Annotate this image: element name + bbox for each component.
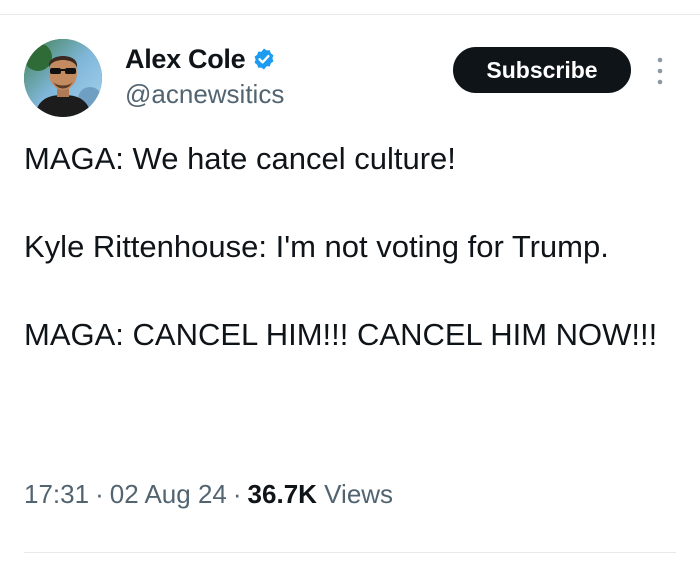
- tweet-time[interactable]: 17:31: [24, 479, 89, 509]
- more-vertical-icon[interactable]: [651, 54, 669, 88]
- tweet-paragraph: Kyle Rittenhouse: I'm not voting for Tru…: [24, 229, 609, 264]
- tweet-card[interactable]: Alex Cole @acnewsitics Subscribe MAGA: W…: [0, 15, 700, 555]
- tweet-text: MAGA: We hate cancel culture! Kyle Ritte…: [24, 137, 664, 357]
- author-name-row: Alex Cole: [125, 43, 284, 75]
- tweet-meta: 17:31 · 02 Aug 24 · 36.7K Views: [24, 477, 393, 511]
- meta-separator: ·: [95, 479, 104, 509]
- meta-separator: ·: [232, 479, 242, 509]
- tweet-paragraph: MAGA: CANCEL HIM!!! CANCEL HIM NOW!!!: [24, 317, 658, 352]
- views-count: 36.7K: [247, 479, 317, 509]
- author-handle[interactable]: @acnewsitics: [125, 77, 284, 111]
- display-name[interactable]: Alex Cole: [125, 43, 246, 75]
- verified-badge-icon[interactable]: [252, 47, 276, 71]
- bottom-divider: [24, 552, 676, 553]
- avatar[interactable]: [24, 39, 102, 117]
- subscribe-button[interactable]: Subscribe: [453, 47, 631, 93]
- tweet-date[interactable]: 02 Aug 24: [110, 479, 227, 509]
- avatar-image: [24, 39, 102, 117]
- views-label: Views: [324, 479, 394, 509]
- author-info: Alex Cole @acnewsitics: [125, 43, 284, 111]
- tweet-paragraph: MAGA: We hate cancel culture!: [24, 141, 456, 176]
